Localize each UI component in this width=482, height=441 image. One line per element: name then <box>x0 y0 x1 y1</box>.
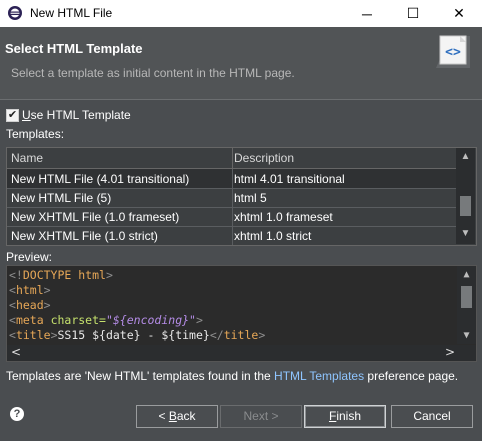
code-line: <head> <box>9 298 51 312</box>
templates-label: Templates: <box>6 127 65 141</box>
preview-horizontal-scrollbar[interactable]: < > <box>7 345 476 361</box>
page-description: Select a template as initial content in … <box>11 66 295 80</box>
template-name: New XHTML File (1.0 strict) <box>11 229 158 243</box>
back-button[interactable]: < Back <box>136 405 218 428</box>
scroll-left-icon[interactable]: < <box>11 345 21 359</box>
close-icon: ✕ <box>453 5 465 21</box>
template-description: html 5 <box>234 191 267 205</box>
code-line: <meta charset="${encoding}"> <box>9 313 203 327</box>
wizard-header <box>0 27 482 100</box>
maximize-button[interactable]: ☐ <box>390 0 436 27</box>
eclipse-icon <box>8 6 22 20</box>
footer-description: Templates are 'New HTML' templates found… <box>6 369 458 383</box>
close-button[interactable]: ✕ <box>436 0 482 27</box>
column-header-name[interactable]: Name <box>11 151 43 165</box>
table-header: Name Description <box>7 148 456 169</box>
html-templates-link[interactable]: HTML Templates <box>274 369 364 383</box>
maximize-icon: ☐ <box>406 5 420 21</box>
template-description: html 4.01 transitional <box>234 172 345 186</box>
svg-text:<>: <> <box>445 45 461 60</box>
code-line: <!DOCTYPE html> <box>9 268 113 282</box>
cell-divider <box>232 169 233 188</box>
column-header-description[interactable]: Description <box>234 151 294 165</box>
footer-text-end: preference page. <box>364 369 459 383</box>
preview-label: Preview: <box>6 250 53 264</box>
scroll-up-icon[interactable]: ▲ <box>457 269 476 280</box>
page-title: Select HTML Template <box>5 41 143 56</box>
table-row[interactable]: New HTML File (5) html 5 <box>7 188 456 208</box>
column-divider[interactable] <box>232 148 233 168</box>
table-row[interactable]: New XHTML File (1.0 frameset) xhtml 1.0 … <box>7 207 456 227</box>
footer-text-start: Templates are 'New HTML' templates found… <box>6 369 275 383</box>
preview-vertical-scrollbar[interactable]: ▲ ▼ <box>457 266 476 344</box>
next-button[interactable]: Next > <box>220 405 302 428</box>
scroll-thumb[interactable] <box>460 196 471 216</box>
scroll-up-icon[interactable]: ▲ <box>456 151 475 162</box>
table-vertical-scrollbar[interactable]: ▲ ▼ <box>456 148 475 244</box>
table-row[interactable]: New HTML File (4.01 transitional) html 4… <box>7 169 456 189</box>
html-file-icon: <> <box>436 35 470 68</box>
templates-table[interactable]: Name Description New HTML File (4.01 tra… <box>6 147 477 246</box>
cancel-button[interactable]: Cancel <box>391 405 473 428</box>
template-description: xhtml 1.0 frameset <box>234 210 333 224</box>
scroll-down-icon[interactable]: ▼ <box>456 228 475 239</box>
template-name: New HTML File (5) <box>11 191 112 205</box>
title-bar: New HTML File ─ ☐ ✕ <box>0 0 482 27</box>
preview-code-area[interactable]: <!DOCTYPE html> <html> <head> <meta char… <box>6 265 477 362</box>
finish-button[interactable]: Finish <box>304 405 386 428</box>
code-line: <html> <box>9 283 51 297</box>
table-row[interactable]: New XHTML File (1.0 strict) xhtml 1.0 st… <box>7 226 456 245</box>
minimize-icon: ─ <box>362 5 372 22</box>
use-template-label[interactable]: Use HTML Template <box>22 108 131 122</box>
minimize-button[interactable]: ─ <box>344 0 390 27</box>
scroll-down-icon[interactable]: ▼ <box>457 330 476 341</box>
use-template-checkbox[interactable]: ✔ <box>6 109 19 122</box>
help-icon[interactable]: ? <box>10 407 24 421</box>
scroll-thumb[interactable] <box>461 286 472 308</box>
cell-divider <box>232 207 233 226</box>
template-name: New HTML File (4.01 transitional) <box>11 172 190 186</box>
code-line: <title>SS15 ${date} - ${time}</title> <box>9 328 266 342</box>
window-title: New HTML File <box>30 6 113 20</box>
cell-divider <box>232 188 233 207</box>
cell-divider <box>232 226 233 245</box>
scroll-right-icon[interactable]: > <box>445 345 455 359</box>
template-description: xhtml 1.0 strict <box>234 229 312 243</box>
template-name: New XHTML File (1.0 frameset) <box>11 210 180 224</box>
